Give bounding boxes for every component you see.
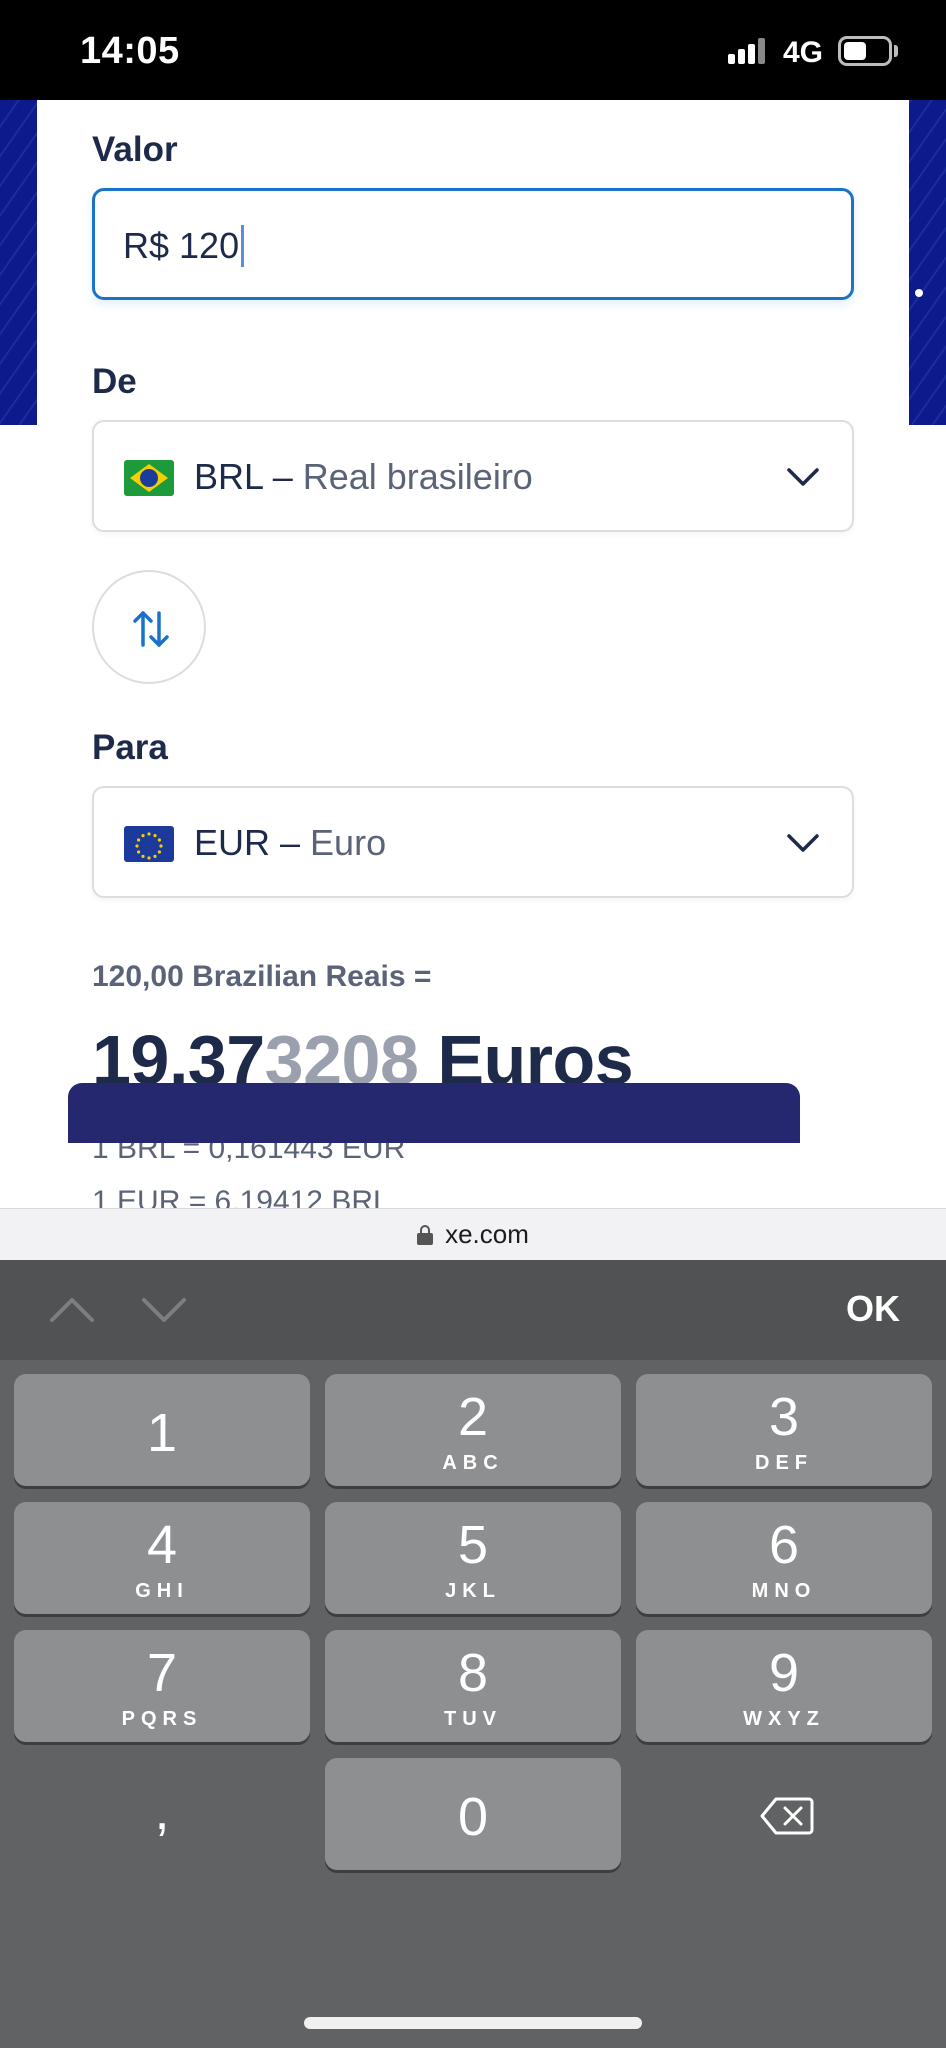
browser-url-bar[interactable]: xe.com [0,1208,946,1260]
chevron-down-icon [787,834,819,852]
key-5[interactable]: 5 JKL [325,1502,621,1614]
chevron-down-icon [787,468,819,486]
key-1[interactable]: 1 [14,1374,310,1486]
to-currency-name: Euro [310,822,387,863]
from-currency-code: BRL – [194,456,293,497]
key-9[interactable]: 9 WXYZ [636,1630,932,1742]
from-label: De [92,362,137,401]
from-currency-select[interactable]: BRL – Real brasileiro [92,420,854,532]
status-bar: 14:05 4G [0,0,946,100]
swap-currencies-button[interactable] [92,570,206,684]
lock-icon [417,1224,434,1245]
conversion-source-label: 120,00 Brazilian Reais = [92,960,432,993]
amount-value: R$ 120 [123,225,240,266]
previous-field-chevron-up-icon[interactable] [48,1288,96,1332]
cta-banner[interactable] [68,1083,800,1143]
backspace-icon [760,1797,814,1835]
text-caret [241,225,245,267]
key-4[interactable]: 4 GHI [14,1502,310,1614]
numeric-keyboard: 1 2 ABC 3 DEF 4 GHI 5 JKL 6 MNO 7 PQRS 8 TUV 9W… [0,1360,946,2048]
to-currency-code: EUR – [194,822,301,863]
next-field-chevron-down-icon[interactable] [140,1288,188,1332]
battery-icon [838,36,892,66]
eu-flag-icon [124,826,174,862]
from-currency-name: Real brasileiro [302,456,533,497]
url-text: xe.com [445,1219,529,1249]
status-time: 14:05 [80,30,180,72]
to-label: Para [92,728,168,767]
amount-input[interactable]: R$ 120 [92,188,854,300]
brazil-flag-icon [124,460,174,496]
key-2[interactable]: 2 ABC [325,1374,621,1486]
signal-strength-icon [728,38,768,64]
amount-label: Valor [92,130,178,169]
rate-reverse: 1 EUR = 6,19412 BRL [92,1185,390,1208]
key-8[interactable]: 8 TUV [325,1630,621,1742]
home-indicator[interactable] [304,2017,642,2029]
key-3[interactable]: 3 DEF [636,1374,932,1486]
to-currency-select[interactable]: EUR – Euro [92,786,854,898]
keyboard-ok-button[interactable]: OK [846,1288,900,1330]
keyboard-toolbar: OK [0,1260,946,1360]
key-comma[interactable]: , [14,1758,310,1870]
swap-arrows-icon [133,611,169,647]
key-6[interactable]: 6 MNO [636,1502,932,1614]
key-backspace[interactable] [636,1758,932,1870]
network-type: 4G [783,36,824,69]
converter-card: Valor R$ 120 De BRL – Real brasileiro Pa… [37,100,909,1210]
key-7[interactable]: 7 PQRS [14,1630,310,1742]
battery-cap [894,45,898,57]
carousel-dot [915,289,923,297]
key-0[interactable]: 0 [325,1758,621,1870]
